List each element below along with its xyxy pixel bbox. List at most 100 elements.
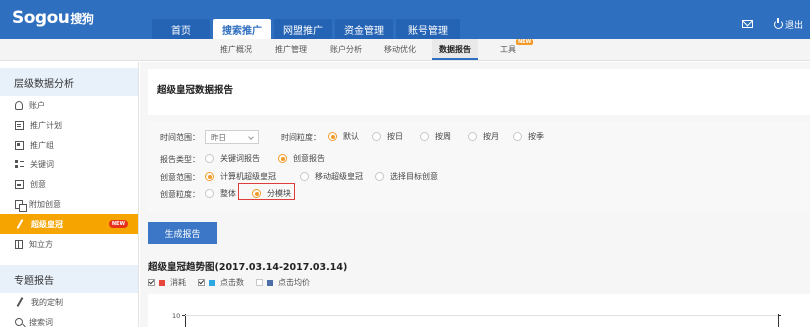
subnav-mobile-optimization[interactable]: 移动优化	[384, 44, 416, 55]
sidebar-item-label: 创意	[30, 179, 46, 189]
plan-icon	[15, 120, 24, 130]
sidebar-item-super-crown[interactable]: 超级皇冠 NEW	[0, 214, 138, 234]
sidebar-item-label: 知立方	[29, 239, 53, 249]
logo-cn-text: 搜狗	[70, 12, 94, 26]
page-title: 超级皇冠数据报告	[157, 85, 234, 96]
checkbox[interactable]	[198, 279, 205, 286]
radio-label: 按日	[387, 132, 403, 141]
generate-report-button[interactable]: 生成报告	[148, 222, 217, 244]
sidebar-item-group[interactable]: 推广组	[0, 135, 138, 155]
subnav-data-report[interactable]: 数据报告	[432, 39, 478, 60]
radio-label: 按周	[435, 132, 451, 141]
search-icon	[15, 318, 23, 326]
new-badge: NEW	[516, 39, 534, 45]
grid-line	[185, 315, 779, 316]
sidebar-item-label: 附加创意	[29, 199, 61, 209]
tools-label: 工具	[500, 45, 516, 54]
sidebar-item-addon-creative[interactable]: 附加创意	[0, 194, 138, 214]
tab-search-promotion[interactable]: 搜索推广	[213, 19, 271, 39]
report-header-card: 超级皇冠数据报告	[148, 69, 810, 115]
radio-label: 创意报告	[293, 154, 325, 163]
group-icon	[15, 140, 24, 150]
checkbox[interactable]	[148, 279, 155, 286]
radio-granularity-weekly[interactable]: 按周	[420, 131, 451, 142]
keyword-icon	[15, 159, 24, 169]
radio-dot	[328, 132, 337, 141]
chart-legend: 消耗 点击数 点击均价	[148, 277, 322, 288]
radio-dot	[513, 132, 522, 141]
mail-icon[interactable]	[742, 20, 753, 28]
sidebar-item-label: 关键词	[30, 159, 54, 169]
image-icon	[15, 179, 24, 189]
radio-report-keyword[interactable]: 关键词报告	[205, 153, 260, 164]
legend-label: 点击数	[220, 278, 244, 287]
subnav-promotion-management[interactable]: 推广管理	[275, 44, 307, 55]
book-icon	[15, 239, 23, 249]
subnav-tools[interactable]: 工具 NEW	[500, 39, 534, 55]
radio-granularity-daily[interactable]: 按日	[372, 131, 403, 142]
sogou-logo[interactable]: Sogou搜狗	[12, 8, 94, 28]
radio-label: 整体	[220, 189, 236, 198]
trend-chart: 10	[148, 294, 810, 327]
sidebar-item-my-custom[interactable]: 我的定制	[0, 292, 138, 312]
color-swatch	[209, 279, 215, 286]
top-bar: Sogou搜狗 首页 搜索推广 网盟推广 资金管理 账号管理 退出	[0, 0, 810, 39]
radio-label: 选择目标创意	[390, 172, 438, 181]
radio-granularity-monthly[interactable]: 按月	[468, 131, 499, 142]
radio-dot	[205, 154, 214, 163]
highlight-box	[238, 183, 295, 200]
sidebar-item-knowledge-cube[interactable]: 知立方	[0, 234, 138, 254]
legend-label: 消耗	[170, 278, 186, 287]
color-swatch	[267, 279, 273, 286]
addon-icon	[15, 199, 27, 212]
logout-button[interactable]: 退出	[774, 18, 803, 31]
legend-item-avg-cpc[interactable]: 点击均价	[256, 277, 310, 288]
y-axis-tick-label: 10	[172, 312, 181, 320]
tab-network-promotion[interactable]: 网盟推广	[274, 19, 332, 39]
radio-dot	[205, 172, 214, 181]
sidebar-item-creative[interactable]: 创意	[0, 174, 138, 194]
radio-label: 按季	[528, 132, 544, 141]
subnav-overview[interactable]: 推广概况	[220, 44, 252, 55]
logo-text: Sogou	[12, 8, 70, 28]
logout-label: 退出	[785, 21, 804, 31]
sidebar-item-search-terms[interactable]: 搜索词	[0, 312, 138, 327]
radio-granularity-whole[interactable]: 整体	[205, 188, 236, 199]
sidebar-item-label: 搜索词	[29, 317, 53, 327]
right-axis-tick	[778, 315, 781, 316]
checkbox[interactable]	[256, 279, 263, 286]
radio-scope-target-creative[interactable]: 选择目标创意	[375, 171, 438, 182]
pen-icon	[15, 298, 25, 307]
radio-scope-pc-crown[interactable]: 计算机超级皇冠	[205, 171, 276, 182]
tab-account-management[interactable]: 账号管理	[396, 19, 460, 39]
creative-scope-label: 创意范围：	[160, 173, 200, 182]
time-range-label: 时间范围：	[160, 133, 200, 142]
radio-label: 默认	[343, 132, 359, 141]
radio-dot	[468, 132, 477, 141]
trend-chart-title: 超级皇冠趋势图(2017.03.14-2017.03.14)	[148, 262, 348, 273]
new-badge: NEW	[108, 220, 128, 228]
sidebar-item-label: 超级皇冠	[31, 219, 63, 229]
sub-nav: 推广概况 推广管理 账户分析 移动优化 数据报告 工具 NEW	[0, 39, 810, 61]
color-swatch	[159, 279, 165, 286]
radio-granularity-default[interactable]: 默认	[328, 131, 359, 142]
sidebar-item-plan[interactable]: 推广计划	[0, 115, 138, 135]
tab-funds-management[interactable]: 资金管理	[335, 19, 393, 39]
creative-granularity-label: 创意粒度：	[160, 190, 200, 199]
time-range-select[interactable]: 昨日	[205, 130, 259, 144]
legend-item-clicks[interactable]: 点击数	[198, 277, 244, 288]
radio-dot	[375, 172, 384, 181]
radio-report-creative[interactable]: 创意报告	[278, 153, 325, 164]
granularity-label: 时间粒度：	[281, 133, 321, 142]
sidebar-item-keyword[interactable]: 关键词	[0, 154, 138, 174]
legend-item-cost[interactable]: 消耗	[148, 277, 186, 288]
tab-home[interactable]: 首页	[152, 19, 210, 39]
radio-granularity-quarterly[interactable]: 按季	[513, 131, 544, 142]
sidebar-item-label: 推广计划	[30, 120, 62, 130]
sidebar-item-account[interactable]: 账户	[0, 95, 138, 115]
subnav-account-analysis[interactable]: 账户分析	[330, 44, 362, 55]
sidebar-item-label: 账户	[29, 100, 45, 110]
radio-scope-mobile-crown[interactable]: 移动超级皇冠	[300, 171, 363, 182]
report-type-label: 报告类型：	[160, 155, 200, 164]
radio-dot	[278, 154, 287, 163]
